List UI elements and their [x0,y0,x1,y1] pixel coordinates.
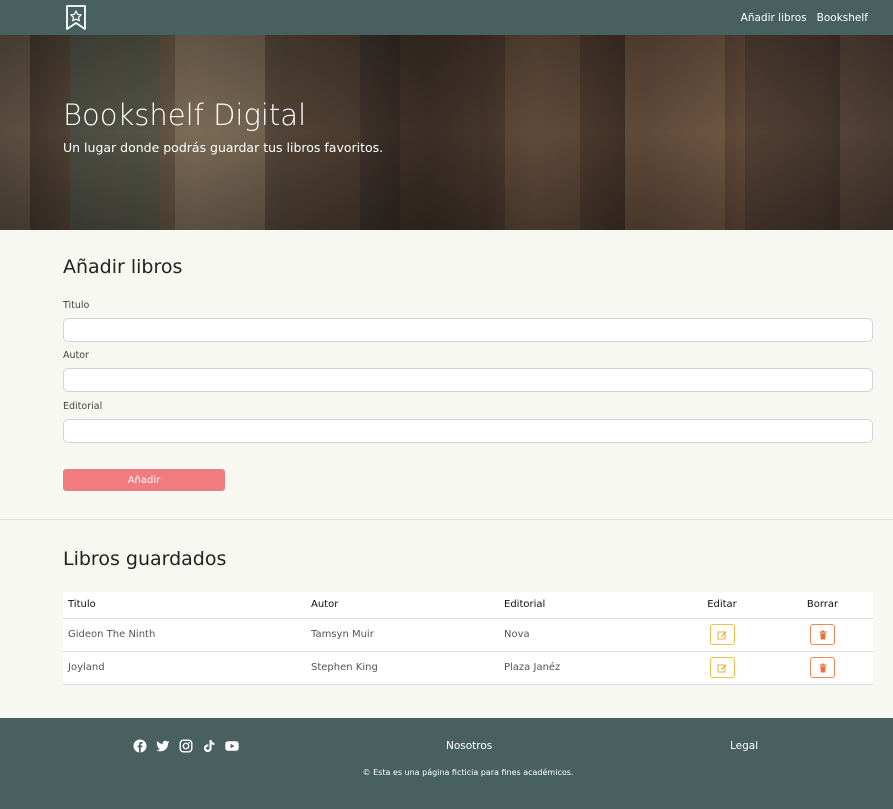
author-input[interactable] [63,368,873,392]
publisher-input[interactable] [63,419,873,443]
facebook-icon[interactable] [133,738,147,753]
pencil-square-icon [717,630,727,639]
hero-background-image [0,35,893,230]
column-header-publisher: Editorial [499,592,672,619]
footer-link-about[interactable]: Nosotros [446,740,492,752]
copyright-text: © Esta es una página ficticia para fines… [362,768,574,777]
nav-link-add-books[interactable]: Añadir libros [741,12,807,24]
saved-books-section: Libros guardados Titulo Autor Editorial … [0,521,893,718]
book-author-cell: Tamsyn Muir [306,618,499,652]
trash-icon [819,663,826,672]
book-publisher-cell: Plaza Janéz [499,651,672,685]
twitter-icon[interactable] [156,738,170,752]
table-header-row: Titulo Autor Editorial Editar Borrar [63,592,873,619]
book-title-cell: Joyland [63,651,306,685]
bookmark-star-icon[interactable] [65,4,87,31]
nav-links: Añadir libros Bookshelf [741,0,868,35]
column-header-title: Titulo [63,592,306,619]
author-label: Autor [63,350,89,361]
publisher-label: Editorial [63,401,103,412]
trash-icon [819,630,826,639]
table-row: Gideon The Ninth Tamsyn Muir Nova [63,618,873,652]
column-header-edit: Editar [672,592,772,619]
hero-banner: Bookshelf Digital Un lugar donde podrás … [0,35,893,230]
edit-cell [672,618,772,652]
title-label: Titulo [63,300,90,311]
pencil-square-icon [717,663,727,672]
footer-link-legal[interactable]: Legal [730,740,758,752]
footer: Nosotros Legal © Esta es una página fict… [0,718,893,809]
youtube-icon[interactable] [225,738,239,752]
instagram-icon[interactable] [179,738,193,753]
edit-button[interactable] [709,624,735,645]
table-row: Joyland Stephen King Plaza Janéz [63,651,873,685]
delete-button[interactable] [810,657,835,678]
add-book-section: Añadir libros Titulo Autor Editorial Aña… [0,230,893,520]
add-book-button[interactable]: Añadir [63,469,225,491]
column-header-author: Autor [306,592,499,619]
book-publisher-cell: Nova [499,618,672,652]
navbar: Añadir libros Bookshelf [0,0,893,35]
title-input[interactable] [63,318,873,342]
books-table: Titulo Autor Editorial Editar Borrar Gid… [63,592,873,685]
book-author-cell: Stephen King [306,651,499,685]
edit-cell [672,651,772,685]
hero-subtitle: Un lugar donde podrás guardar tus libros… [63,140,384,155]
tiktok-icon[interactable] [202,738,216,752]
delete-cell [772,618,873,652]
nav-link-bookshelf[interactable]: Bookshelf [817,12,868,24]
column-header-delete: Borrar [772,592,873,619]
delete-cell [772,651,873,685]
social-links [133,738,239,753]
book-title-cell: Gideon The Ninth [63,618,306,652]
add-book-title: Añadir libros [63,256,183,278]
delete-button[interactable] [810,624,835,645]
saved-books-title: Libros guardados [63,548,227,570]
edit-button[interactable] [709,657,735,678]
hero-title: Bookshelf Digital [63,98,307,132]
